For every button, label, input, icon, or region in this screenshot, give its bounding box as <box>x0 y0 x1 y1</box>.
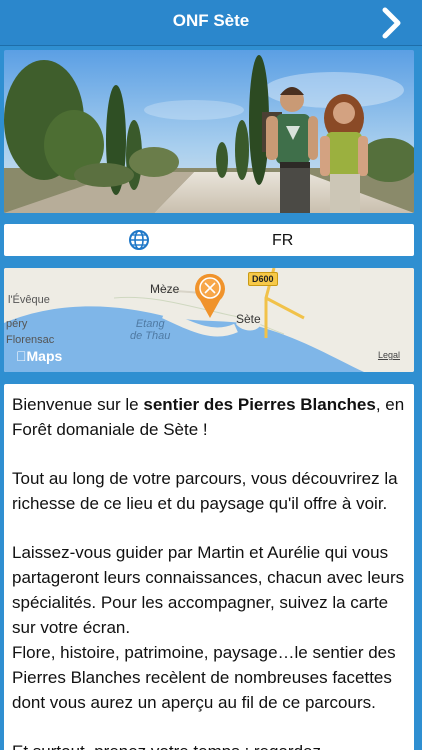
globe-icon <box>129 230 149 250</box>
map-view[interactable]: l'Évêque Mèze Etang de Thau péry Florens… <box>4 268 414 372</box>
legal-link[interactable]: Legal <box>378 350 400 360</box>
map-label-l-eveque: l'Évêque <box>8 294 50 306</box>
apple-maps-logo: Maps <box>16 348 62 364</box>
intro-text-a: Bienvenue sur le <box>12 395 144 414</box>
map-label-sete: Sète <box>236 312 261 326</box>
maps-brand-label: Maps <box>16 348 63 364</box>
map-label-meze: Mèze <box>150 282 180 296</box>
map-label-etang: Etang de Thau <box>130 318 171 342</box>
intro-text-card: Bienvenue sur le sentier des Pierres Bla… <box>4 384 414 750</box>
language-selector[interactable]: FR <box>4 224 414 256</box>
map-pin[interactable] <box>192 270 228 320</box>
intro-paragraph: Bienvenue sur le sentier des Pierres Bla… <box>12 392 406 442</box>
hero-image <box>4 50 414 213</box>
next-button[interactable] <box>380 6 404 40</box>
page-title: ONF Sète <box>172 11 250 30</box>
road-badge: D600 <box>248 272 278 286</box>
nav-bar: ONF Sète <box>0 0 422 46</box>
paragraph-guides: Laissez-vous guider par Martin et Auréli… <box>12 543 405 637</box>
paragraph-take-time: Et surtout, prenez votre temps ; regarde… <box>12 739 406 750</box>
map-label-florensac: Florensac <box>6 334 55 346</box>
chevron-right-icon <box>382 7 401 39</box>
trail-name: sentier des Pierres Blanches <box>143 395 376 414</box>
map-label-pery: péry <box>6 318 28 330</box>
paragraph-facets: Flore, histoire, patrimoine, paysage…le … <box>12 643 396 712</box>
apple-logo-icon:  <box>16 348 27 364</box>
map-pin-icon <box>195 273 225 318</box>
paragraph-discover: Tout au long de votre parcours, vous déc… <box>12 469 398 513</box>
language-code: FR <box>272 232 294 249</box>
